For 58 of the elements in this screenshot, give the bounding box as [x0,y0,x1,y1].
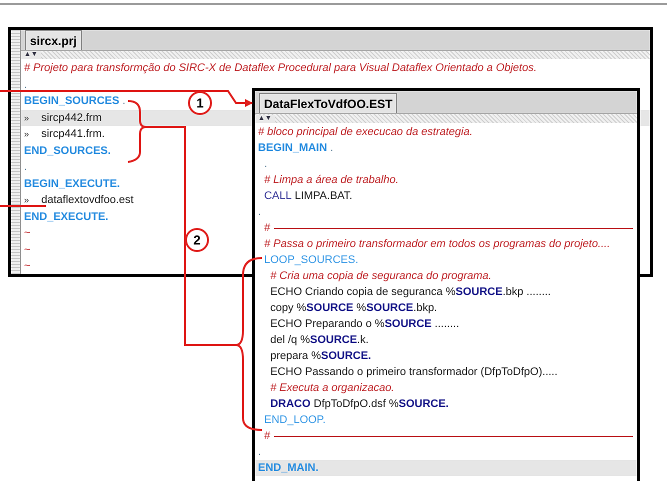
callout-line [0,205,46,207]
code-text: END_EXECUTE. [24,210,108,224]
comment-text: # Passa o primeiro transformador em todos os programas do projeto.... [263,237,610,252]
code-text: LOOP_SOURCES. [263,253,358,268]
empty-line-marker: ~ [24,242,30,258]
code-text: ECHO Passando o primeiro transformador (DfpToDfpO)..... [269,365,558,380]
code-text: BEGIN_MAIN [258,141,328,156]
code-text: . [258,445,262,460]
code-text: .bkp ........ [502,285,551,300]
comment-text: # Projeto para transformção do SIRC-X de Dataflex Procedural para Visual Dataflex Orientado a Objetos. [24,61,537,76]
code-text: DRACO [269,397,311,412]
code-text: SOURCE. [398,397,449,412]
code-text: dataflextovdfoo.est [40,193,134,208]
comment-text: # Limpa a área de trabalho. [263,173,399,188]
code-text: . [329,141,334,156]
line-marker: » [24,112,30,124]
code-text: del /q % [269,333,310,348]
file-tab[interactable]: DataFlexToVdfOO.EST [259,93,398,113]
comment-text: # [263,429,270,444]
code-text: copy % [269,301,306,316]
line-marker: » [24,194,30,207]
code-text: . [24,160,28,175]
code-text: CALL [263,189,292,204]
code-text: END_LOOP. [263,413,326,428]
code-text: . [121,94,126,109]
code-text: ECHO Preparando o % [269,317,385,332]
code-text: BEGIN_EXECUTE. [24,176,120,192]
code-text: END_MAIN. [258,461,319,476]
code-text: . [258,205,262,220]
comment-text: # [263,221,270,236]
code-text: . [24,78,28,92]
code-text: SOURCE [456,285,503,300]
code-text: LIMPA.BAT. [294,189,352,204]
comment-text: # Cria uma copia de seguranca do programa. [269,269,492,284]
code-text: SOURCE [366,301,414,316]
line-marker: » [24,128,30,141]
comment-text: # Executa a organizacao. [269,381,394,396]
code-text: .k. [357,333,369,348]
file-tab[interactable]: sircx.prj [25,30,82,50]
empty-line-marker: ~ [24,226,30,241]
brace [128,100,147,163]
code-text: ........ [434,317,460,332]
code-text: sircp441.frm. [40,127,105,142]
code-text: SOURCE. [320,349,372,364]
code-text: SOURCE [306,301,354,316]
code-text: prepara % [269,349,321,364]
code-text: SOURCE [310,333,358,348]
code-text: % [355,301,366,316]
empty-line-marker: ~ [24,259,30,274]
code-text: DfpToDfpO.dsf % [312,397,399,412]
code-text: sircp442.frm [40,110,102,126]
code-text: END_SOURCES. [24,144,111,158]
code-text: BEGIN_SOURCES [24,94,120,109]
code-text: SOURCE [384,317,432,332]
code-text: .bkp. [413,301,438,316]
comment-text: # bloco principal de execucao da estrategia. [258,125,473,140]
code-text: . [263,157,268,172]
code-text: ECHO Criando copia de seguranca % [269,285,456,300]
